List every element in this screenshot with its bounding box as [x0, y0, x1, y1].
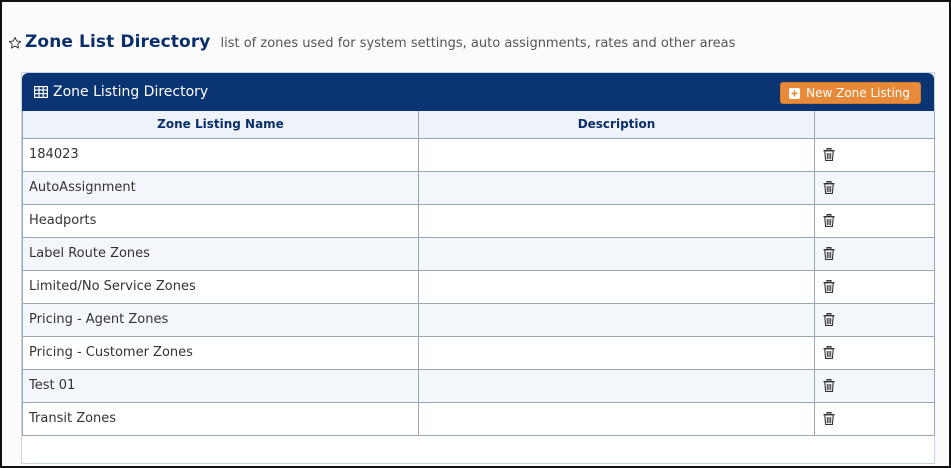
table-row[interactable]: 184023 [22, 137, 935, 172]
zone-description-cell [418, 170, 815, 205]
column-header-name[interactable]: Zone Listing Name [22, 111, 419, 139]
zone-name-cell[interactable]: Headports [22, 203, 419, 238]
zone-name-cell[interactable]: AutoAssignment [22, 170, 419, 205]
zone-name-cell[interactable]: Test 01 [22, 368, 419, 403]
zone-description-cell [418, 137, 815, 172]
table-row[interactable]: Pricing - Customer Zones [22, 335, 935, 370]
column-header-description[interactable]: Description [418, 111, 815, 139]
page-subtitle: list of zones used for system settings, … [220, 35, 736, 51]
row-actions-cell [814, 269, 935, 304]
trash-icon[interactable] [823, 379, 835, 392]
delete-row-button[interactable] [823, 411, 835, 426]
zone-name-cell[interactable]: Pricing - Agent Zones [22, 302, 419, 337]
zone-description-cell [418, 401, 815, 436]
row-actions-cell [814, 236, 935, 271]
zone-listing-panel: Zone Listing Directory New Zone Listing … [21, 72, 935, 464]
trash-icon[interactable] [823, 346, 835, 359]
row-actions-cell [814, 401, 935, 436]
zone-description-cell [418, 368, 815, 403]
table-body: 184023 AutoAssignment Headports Label Route… [22, 137, 935, 436]
panel-header: Zone Listing Directory New Zone Listing [22, 73, 934, 111]
zone-name-cell[interactable]: 184023 [22, 137, 419, 172]
star-icon[interactable] [8, 36, 22, 50]
zone-description-cell [418, 269, 815, 304]
delete-row-button[interactable] [823, 180, 835, 195]
row-actions-cell [814, 203, 935, 238]
row-actions-cell [814, 335, 935, 370]
delete-row-button[interactable] [823, 147, 835, 162]
table-header-row: Zone Listing Name Description [22, 111, 935, 139]
delete-row-button[interactable] [823, 345, 835, 360]
trash-icon[interactable] [823, 247, 835, 260]
plus-square-icon [789, 87, 801, 99]
delete-row-button[interactable] [823, 213, 835, 228]
column-header-actions [814, 111, 935, 139]
zone-description-cell [418, 302, 815, 337]
grid-icon [34, 86, 48, 98]
table-row[interactable]: AutoAssignment [22, 170, 935, 205]
zone-name-cell[interactable]: Label Route Zones [22, 236, 419, 271]
delete-row-button[interactable] [823, 279, 835, 294]
zone-name-cell[interactable]: Limited/No Service Zones [22, 269, 419, 304]
trash-icon[interactable] [823, 280, 835, 293]
zone-description-cell [418, 203, 815, 238]
page-title: Zone List Directory [25, 32, 211, 52]
zone-name-cell[interactable]: Transit Zones [22, 401, 419, 436]
row-actions-cell [814, 368, 935, 403]
table-row[interactable]: Pricing - Agent Zones [22, 302, 935, 337]
zone-description-cell [418, 236, 815, 271]
panel-title: Zone Listing Directory [53, 84, 209, 100]
trash-icon[interactable] [823, 412, 835, 425]
zone-name-cell[interactable]: Pricing - Customer Zones [22, 335, 419, 370]
delete-row-button[interactable] [823, 312, 835, 327]
app-frame: Zone List Directory list of zones used f… [0, 0, 951, 468]
delete-row-button[interactable] [823, 246, 835, 261]
table-row[interactable]: Test 01 [22, 368, 935, 403]
delete-row-button[interactable] [823, 378, 835, 393]
page-header: Zone List Directory list of zones used f… [8, 30, 735, 54]
table-row[interactable]: Label Route Zones [22, 236, 935, 271]
zone-table: Zone Listing Name Description 184023 Auto… [22, 111, 935, 436]
trash-icon[interactable] [823, 313, 835, 326]
new-zone-listing-label: New Zone Listing [806, 86, 910, 100]
zone-description-cell [418, 335, 815, 370]
table-row[interactable]: Limited/No Service Zones [22, 269, 935, 304]
trash-icon[interactable] [823, 214, 835, 227]
trash-icon[interactable] [823, 148, 835, 161]
trash-icon[interactable] [823, 181, 835, 194]
row-actions-cell [814, 170, 935, 205]
new-zone-listing-button[interactable]: New Zone Listing [780, 82, 921, 104]
table-row[interactable]: Headports [22, 203, 935, 238]
table-row[interactable]: Transit Zones [22, 401, 935, 436]
row-actions-cell [814, 302, 935, 337]
row-actions-cell [814, 137, 935, 172]
